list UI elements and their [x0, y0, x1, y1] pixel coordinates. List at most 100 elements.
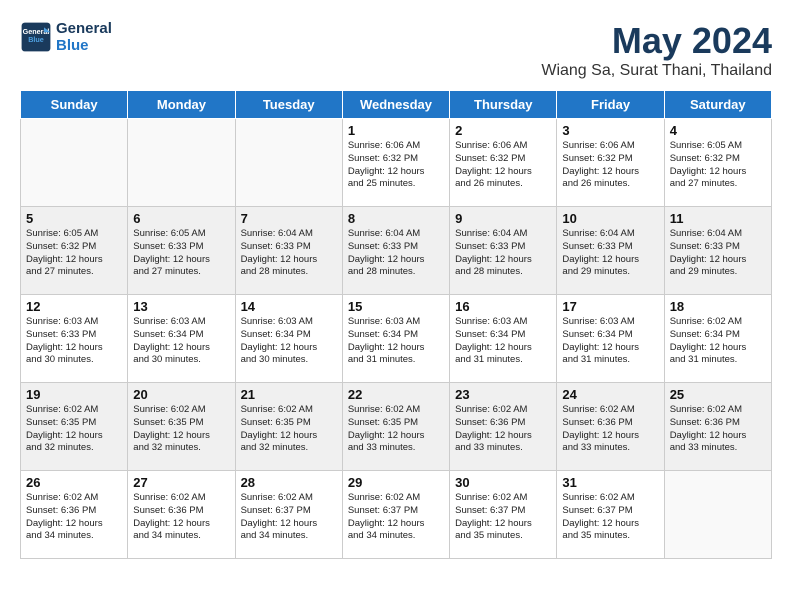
day-cell: 11 Sunrise: 6:04 AM Sunset: 6:33 PM Dayli…	[664, 207, 771, 295]
header: General Blue General Blue May 2024 Wiang…	[20, 20, 772, 80]
day-cell	[21, 119, 128, 207]
day-cell: 27Sunrise: 6:02 AM Sunset: 6:36 PM Dayli…	[128, 471, 235, 559]
day-number: 15	[348, 299, 444, 314]
day-info: Sunrise: 6:02 AM Sunset: 6:36 PM Dayligh…	[133, 492, 229, 543]
day-header-sunday: Sunday	[21, 91, 128, 119]
week-row-1: 1 Sunrise: 6:06 AM Sunset: 6:32 PM Daylig…	[21, 119, 772, 207]
day-cell: 26Sunrise: 6:02 AM Sunset: 6:36 PM Dayli…	[21, 471, 128, 559]
day-cell	[235, 119, 342, 207]
day-cell: 18 Sunrise: 6:02 AM Sunset: 6:34 PM Dayli…	[664, 295, 771, 383]
day-cell	[128, 119, 235, 207]
day-cell: 31 Sunrise: 6:02 AM Sunset: 6:37 PM Dayli…	[557, 471, 664, 559]
day-info: Sunrise: 6:02 AM Sunset: 6:36 PM Dayligh…	[26, 492, 122, 543]
day-info: Sunrise: 6:06 AM Sunset: 6:32 PM Dayligh…	[455, 140, 551, 191]
day-header-friday: Friday	[557, 91, 664, 119]
day-number: 21	[241, 387, 337, 402]
day-number: 24	[562, 387, 658, 402]
week-row-4: 19 Sunrise: 6:02 AM Sunset: 6:35 PM Dayli…	[21, 383, 772, 471]
logo-general: General	[56, 20, 112, 37]
day-number: 1	[348, 123, 444, 138]
day-cell: 20Sunrise: 6:02 AM Sunset: 6:35 PM Dayli…	[128, 383, 235, 471]
day-number: 7	[241, 211, 337, 226]
day-header-row: SundayMondayTuesdayWednesdayThursdayFrid…	[21, 91, 772, 119]
calendar-title: May 2024	[541, 20, 772, 62]
day-cell: 9Sunrise: 6:04 AM Sunset: 6:33 PM Daylig…	[450, 207, 557, 295]
day-info: Sunrise: 6:02 AM Sunset: 6:35 PM Dayligh…	[348, 404, 444, 455]
day-cell: 28 Sunrise: 6:02 AM Sunset: 6:37 PM Dayli…	[235, 471, 342, 559]
day-number: 25	[670, 387, 766, 402]
day-info: Sunrise: 6:02 AM Sunset: 6:34 PM Dayligh…	[670, 316, 766, 367]
week-row-5: 26Sunrise: 6:02 AM Sunset: 6:36 PM Dayli…	[21, 471, 772, 559]
day-number: 17	[562, 299, 658, 314]
day-cell: 6 Sunrise: 6:05 AM Sunset: 6:33 PM Daylig…	[128, 207, 235, 295]
day-info: Sunrise: 6:05 AM Sunset: 6:33 PM Dayligh…	[133, 228, 229, 279]
day-number: 13	[133, 299, 229, 314]
day-info: Sunrise: 6:02 AM Sunset: 6:36 PM Dayligh…	[670, 404, 766, 455]
day-info: Sunrise: 6:02 AM Sunset: 6:37 PM Dayligh…	[241, 492, 337, 543]
day-number: 12	[26, 299, 122, 314]
title-area: May 2024 Wiang Sa, Surat Thani, Thailand	[541, 20, 772, 80]
day-cell: 24 Sunrise: 6:02 AM Sunset: 6:36 PM Dayli…	[557, 383, 664, 471]
logo-icon: General Blue	[20, 21, 52, 53]
day-number: 3	[562, 123, 658, 138]
calendar-table: SundayMondayTuesdayWednesdayThursdayFrid…	[20, 90, 772, 559]
day-info: Sunrise: 6:06 AM Sunset: 6:32 PM Dayligh…	[562, 140, 658, 191]
day-number: 4	[670, 123, 766, 138]
day-info: Sunrise: 6:03 AM Sunset: 6:33 PM Dayligh…	[26, 316, 122, 367]
day-header-saturday: Saturday	[664, 91, 771, 119]
day-cell: 23 Sunrise: 6:02 AM Sunset: 6:36 PM Dayli…	[450, 383, 557, 471]
day-info: Sunrise: 6:02 AM Sunset: 6:36 PM Dayligh…	[562, 404, 658, 455]
day-number: 31	[562, 475, 658, 490]
day-number: 11	[670, 211, 766, 226]
day-cell: 15 Sunrise: 6:03 AM Sunset: 6:34 PM Dayli…	[342, 295, 449, 383]
day-cell: 17Sunrise: 6:03 AM Sunset: 6:34 PM Dayli…	[557, 295, 664, 383]
day-info: Sunrise: 6:02 AM Sunset: 6:35 PM Dayligh…	[26, 404, 122, 455]
day-info: Sunrise: 6:04 AM Sunset: 6:33 PM Dayligh…	[562, 228, 658, 279]
day-number: 8	[348, 211, 444, 226]
day-cell: 14 Sunrise: 6:03 AM Sunset: 6:34 PM Dayli…	[235, 295, 342, 383]
day-number: 5	[26, 211, 122, 226]
day-number: 16	[455, 299, 551, 314]
day-info: Sunrise: 6:02 AM Sunset: 6:37 PM Dayligh…	[455, 492, 551, 543]
day-number: 29	[348, 475, 444, 490]
svg-text:Blue: Blue	[28, 35, 44, 44]
day-header-tuesday: Tuesday	[235, 91, 342, 119]
day-info: Sunrise: 6:03 AM Sunset: 6:34 PM Dayligh…	[133, 316, 229, 367]
day-number: 19	[26, 387, 122, 402]
day-header-wednesday: Wednesday	[342, 91, 449, 119]
day-cell: 13 Sunrise: 6:03 AM Sunset: 6:34 PM Dayli…	[128, 295, 235, 383]
calendar-body: 1 Sunrise: 6:06 AM Sunset: 6:32 PM Daylig…	[21, 119, 772, 559]
day-number: 14	[241, 299, 337, 314]
day-number: 18	[670, 299, 766, 314]
day-info: Sunrise: 6:04 AM Sunset: 6:33 PM Dayligh…	[670, 228, 766, 279]
day-info: Sunrise: 6:03 AM Sunset: 6:34 PM Dayligh…	[455, 316, 551, 367]
day-info: Sunrise: 6:03 AM Sunset: 6:34 PM Dayligh…	[348, 316, 444, 367]
day-number: 28	[241, 475, 337, 490]
logo-blue: Blue	[56, 37, 112, 54]
week-row-2: 5 Sunrise: 6:05 AM Sunset: 6:32 PM Daylig…	[21, 207, 772, 295]
day-info: Sunrise: 6:04 AM Sunset: 6:33 PM Dayligh…	[348, 228, 444, 279]
day-cell: 25 Sunrise: 6:02 AM Sunset: 6:36 PM Dayli…	[664, 383, 771, 471]
day-info: Sunrise: 6:05 AM Sunset: 6:32 PM Dayligh…	[26, 228, 122, 279]
day-cell: 7Sunrise: 6:04 AM Sunset: 6:33 PM Daylig…	[235, 207, 342, 295]
day-cell: 1Sunrise: 6:06 AM Sunset: 6:32 PM Daylig…	[342, 119, 449, 207]
day-info: Sunrise: 6:02 AM Sunset: 6:36 PM Dayligh…	[455, 404, 551, 455]
day-cell: 3 Sunrise: 6:06 AM Sunset: 6:32 PM Daylig…	[557, 119, 664, 207]
day-cell: 16 Sunrise: 6:03 AM Sunset: 6:34 PM Dayli…	[450, 295, 557, 383]
day-number: 23	[455, 387, 551, 402]
day-number: 30	[455, 475, 551, 490]
day-info: Sunrise: 6:02 AM Sunset: 6:37 PM Dayligh…	[348, 492, 444, 543]
day-cell: 2 Sunrise: 6:06 AM Sunset: 6:32 PM Daylig…	[450, 119, 557, 207]
day-cell: 8 Sunrise: 6:04 AM Sunset: 6:33 PM Daylig…	[342, 207, 449, 295]
day-number: 2	[455, 123, 551, 138]
day-cell: 12 Sunrise: 6:03 AM Sunset: 6:33 PM Dayli…	[21, 295, 128, 383]
day-info: Sunrise: 6:02 AM Sunset: 6:37 PM Dayligh…	[562, 492, 658, 543]
day-cell: 10Sunrise: 6:04 AM Sunset: 6:33 PM Dayli…	[557, 207, 664, 295]
day-info: Sunrise: 6:03 AM Sunset: 6:34 PM Dayligh…	[241, 316, 337, 367]
day-number: 20	[133, 387, 229, 402]
day-number: 6	[133, 211, 229, 226]
day-number: 9	[455, 211, 551, 226]
day-cell: 4Sunrise: 6:05 AM Sunset: 6:32 PM Daylig…	[664, 119, 771, 207]
day-cell: 21Sunrise: 6:02 AM Sunset: 6:35 PM Dayli…	[235, 383, 342, 471]
day-cell	[664, 471, 771, 559]
